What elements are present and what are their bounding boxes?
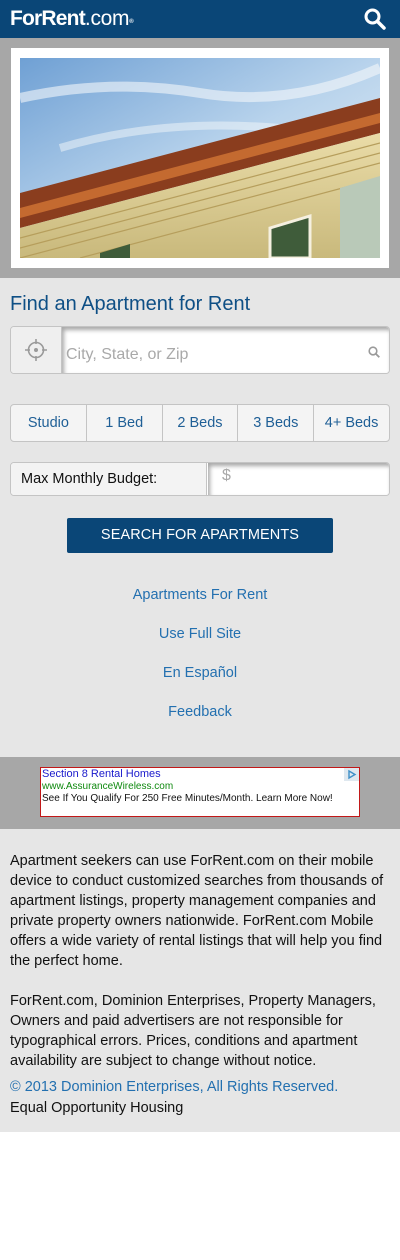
header-bar: ForRent.com® (0, 0, 400, 38)
bed-option-1-bed[interactable]: 1 Bed (87, 405, 163, 441)
bed-option-studio[interactable]: Studio (11, 405, 87, 441)
budget-input[interactable] (208, 463, 389, 495)
logo-suffix: .com (84, 7, 130, 30)
disclaimer-paragraph: ForRent.com, Dominion Enterprises, Prope… (10, 993, 376, 1069)
crosshair-icon (25, 339, 47, 361)
ad-title[interactable]: Section 8 Rental Homes (42, 768, 161, 781)
about-paragraph: Apartment seekers can use ForRent.com on… (10, 853, 384, 969)
search-panel: Find an Apartment for Rent Studio 1 Bed … (0, 278, 400, 757)
locate-me-button[interactable] (11, 327, 62, 373)
hero-band (0, 38, 400, 278)
location-input[interactable] (62, 327, 389, 373)
page-title: Find an Apartment for Rent (10, 293, 251, 315)
bed-option-3-beds[interactable]: 3 Beds (238, 405, 315, 441)
budget-field: Max Monthly Budget: (10, 462, 390, 496)
search-apartments-button[interactable]: SEARCH FOR APARTMENTS (67, 518, 333, 553)
adchoices-icon[interactable] (344, 768, 359, 781)
bed-option-4-plus-beds[interactable]: 4+ Beds (314, 405, 389, 441)
link-feedback[interactable]: Feedback (0, 702, 400, 741)
logo-main: ForRent (10, 7, 86, 30)
about-section: Apartment seekers can use ForRent.com on… (0, 829, 400, 1132)
ad-band: Section 8 Rental Homes www.AssuranceWire… (0, 757, 400, 829)
equal-opportunity-text: Equal Opportunity Housing (10, 1100, 184, 1116)
forrent-logo[interactable]: ForRent.com® (10, 7, 134, 31)
logo-registered-mark: ® (129, 19, 133, 25)
link-use-full-site[interactable]: Use Full Site (0, 624, 400, 663)
budget-label: Max Monthly Budget: (11, 463, 207, 495)
bed-option-2-beds[interactable]: 2 Beds (163, 405, 239, 441)
copyright-link[interactable]: © 2013 Dominion Enterprises, All Rights … (10, 1079, 338, 1095)
search-icon[interactable] (363, 7, 387, 31)
ad-url[interactable]: www.AssuranceWireless.com (42, 781, 173, 793)
ad-text[interactable]: See If You Qualify For 250 Free Minutes/… (42, 793, 333, 805)
location-search-box (10, 326, 390, 374)
magnifier-icon (368, 346, 380, 358)
ad-banner[interactable]: Section 8 Rental Homes www.AssuranceWire… (40, 767, 360, 817)
hero-apartment-photo (20, 58, 380, 258)
hero-frame (11, 48, 389, 268)
footer-links: Apartments For Rent Use Full Site En Esp… (0, 585, 400, 741)
link-en-espanol[interactable]: En Español (0, 663, 400, 702)
bedroom-selector: Studio 1 Bed 2 Beds 3 Beds 4+ Beds (10, 404, 390, 442)
link-apartments-for-rent[interactable]: Apartments For Rent (0, 585, 400, 624)
